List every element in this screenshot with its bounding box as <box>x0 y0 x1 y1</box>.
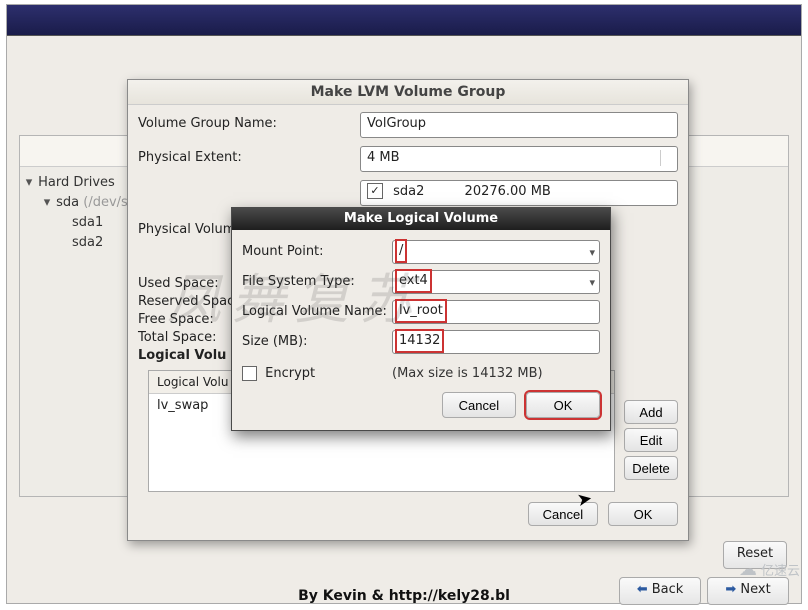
vg-ok-button[interactable]: OK <box>608 502 678 526</box>
mount-point-value: / <box>397 241 405 261</box>
window: Device ▾ Hard Drives ▾ sda (/dev/sda sda… <box>6 4 802 604</box>
encrypt-row[interactable]: Encrypt <box>242 366 315 381</box>
lv-name-value: lv_root <box>397 301 445 321</box>
corner-logo-text: 亿速云 <box>761 560 800 579</box>
used-space-label: Used Space: <box>138 276 219 291</box>
max-size-note: (Max size is 14132 MB) <box>392 366 543 381</box>
mount-point-select[interactable]: / <box>392 240 600 264</box>
pv-size: 20276.00 MB <box>465 181 551 203</box>
logical-volumes-header: Logical Volu <box>138 348 226 363</box>
physical-volume-entry[interactable]: ✓ sda2 20276.00 MB <box>360 180 678 206</box>
cloud-icon: ☁ <box>739 559 757 580</box>
dialog-make-lv: Make Logical Volume Mount Point: / File … <box>231 207 611 431</box>
credit-text: By Kevin & http://kely28.bl <box>0 588 808 604</box>
total-space-label: Total Space: <box>138 330 217 345</box>
physical-extent-label: Physical Extent: <box>138 150 242 165</box>
mount-point-label: Mount Point: <box>242 244 324 259</box>
physical-extent-select[interactable]: 4 MB <box>360 146 678 172</box>
pv-checkbox-icon[interactable]: ✓ <box>367 183 383 199</box>
fs-type-label: File System Type: <box>242 274 355 289</box>
free-space-label: Free Space: <box>138 312 214 327</box>
dialog-lv-title: Make Logical Volume <box>232 208 610 230</box>
dialog-vg-title: Make LVM Volume Group <box>128 80 688 105</box>
lv-name-input[interactable]: lv_root <box>392 300 600 324</box>
fs-type-value: ext4 <box>397 271 430 291</box>
lv-edit-button[interactable]: Edit <box>624 428 678 452</box>
size-value: 14132 <box>397 331 442 351</box>
size-input[interactable]: 14132 <box>392 330 600 354</box>
tree-root-label: Hard Drives <box>38 175 115 190</box>
corner-logo: ☁ 亿速云 <box>739 559 800 580</box>
lv-add-button[interactable]: Add <box>624 400 678 424</box>
encrypt-label: Encrypt <box>265 366 315 381</box>
reserved-space-label: Reserved Space <box>138 294 242 309</box>
encrypt-checkbox-icon[interactable] <box>242 366 257 381</box>
lv-cancel-button[interactable]: Cancel <box>442 392 516 418</box>
lv-delete-button[interactable]: Delete <box>624 456 678 480</box>
tree-disk-label: sda <box>56 195 79 210</box>
vg-name-input[interactable]: VolGroup <box>360 112 678 138</box>
lv-ok-button[interactable]: OK <box>526 392 600 418</box>
fs-type-select[interactable]: ext4 <box>392 270 600 294</box>
size-label: Size (MB): <box>242 334 307 349</box>
physical-volumes-label: Physical Volum <box>138 222 235 237</box>
window-titlebar <box>7 5 801 36</box>
pv-name: sda2 <box>393 184 424 199</box>
vg-name-label: Volume Group Name: <box>138 116 277 131</box>
lv-name-label: Logical Volume Name: <box>242 304 387 319</box>
